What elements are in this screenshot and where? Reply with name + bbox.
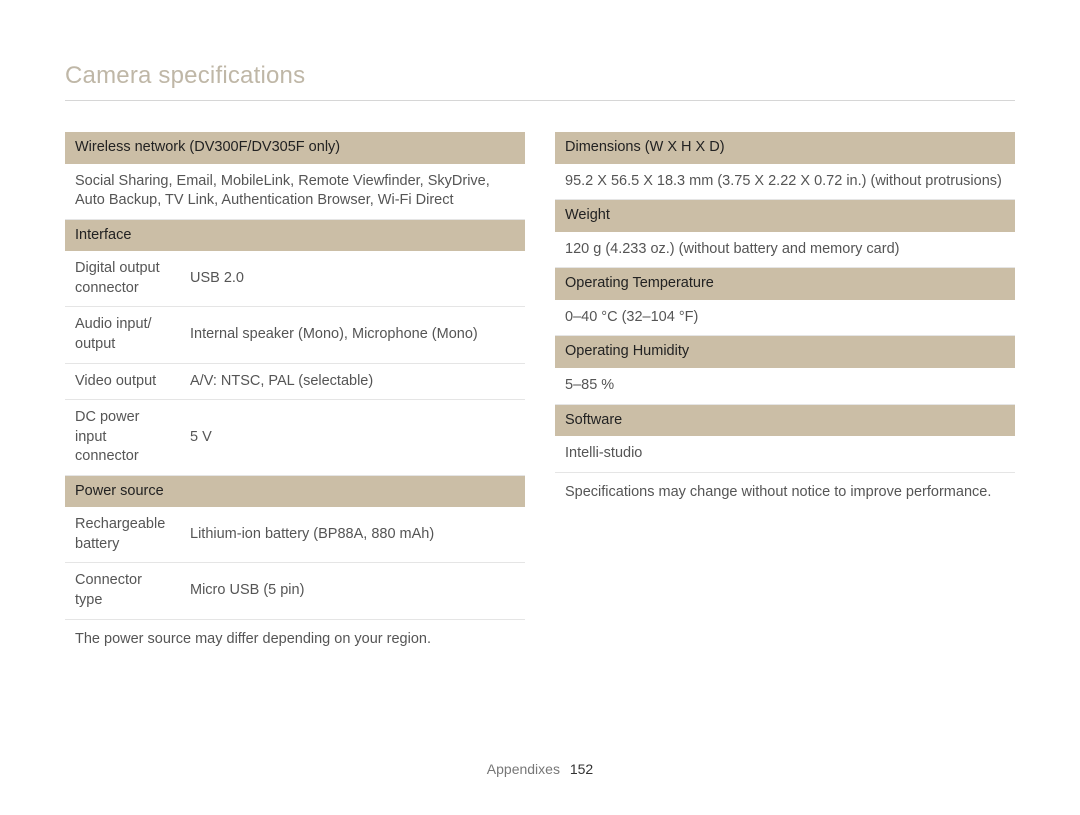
table-row: Audio input/ output Internal speaker (Mo… (65, 307, 525, 363)
content-columns: Wireless network (DV300F/DV305F only) So… (65, 132, 1015, 657)
wireless-value: Social Sharing, Email, MobileLink, Remot… (65, 164, 525, 220)
title-divider (65, 100, 1015, 101)
wireless-row: Social Sharing, Email, MobileLink, Remot… (65, 164, 525, 220)
spec-value: 95.2 X 56.5 X 18.3 mm (3.75 X 2.22 X 0.7… (555, 164, 1015, 200)
section-header-dimensions: Dimensions (W X H X D) (555, 132, 1015, 164)
section-header-label: Wireless network (DV300F/DV305F only) (65, 132, 525, 164)
section-header-label: Interface (65, 219, 525, 251)
section-header-weight: Weight (555, 200, 1015, 232)
table-row: DC power input connector 5 V (65, 400, 525, 476)
spec-value: USB 2.0 (180, 251, 525, 307)
section-header-label: Dimensions (W X H X D) (555, 132, 1015, 164)
section-header-label: Operating Humidity (555, 336, 1015, 368)
table-row: 120 g (4.233 oz.) (without battery and m… (555, 232, 1015, 268)
spec-value: 5–85 % (555, 368, 1015, 404)
spec-value: 0–40 °C (32–104 °F) (555, 300, 1015, 336)
section-header-label: Software (555, 404, 1015, 436)
section-header-power: Power source (65, 475, 525, 507)
left-spec-table: Wireless network (DV300F/DV305F only) So… (65, 132, 525, 657)
spec-value: 5 V (180, 400, 525, 476)
section-header-label: Operating Temperature (555, 268, 1015, 300)
right-spec-table: Dimensions (W X H X D) 95.2 X 56.5 X 18.… (555, 132, 1015, 510)
section-header-label: Power source (65, 475, 525, 507)
section-header-optemp: Operating Temperature (555, 268, 1015, 300)
spec-value: Internal speaker (Mono), Microphone (Mon… (180, 307, 525, 363)
section-header-interface: Interface (65, 219, 525, 251)
table-row: Connector type Micro USB (5 pin) (65, 563, 525, 619)
left-column: Wireless network (DV300F/DV305F only) So… (65, 132, 525, 657)
section-header-ophum: Operating Humidity (555, 336, 1015, 368)
footer-page-number: 152 (570, 761, 593, 777)
table-row: Digital output connector USB 2.0 (65, 251, 525, 307)
section-header-label: Weight (555, 200, 1015, 232)
spec-value: A/V: NTSC, PAL (selectable) (180, 363, 525, 400)
page-title: Camera specifications (65, 62, 305, 90)
table-row: 5–85 % (555, 368, 1015, 404)
disclaimer-row: Specifications may change without notice… (555, 472, 1015, 510)
spec-label: Rechargeable battery (65, 507, 180, 563)
table-row: Video output A/V: NTSC, PAL (selectable) (65, 363, 525, 400)
spec-value: Intelli-studio (555, 436, 1015, 472)
spec-label: Audio input/ output (65, 307, 180, 363)
table-row: 95.2 X 56.5 X 18.3 mm (3.75 X 2.22 X 0.7… (555, 164, 1015, 200)
table-row: Rechargeable battery Lithium-ion battery… (65, 507, 525, 563)
spec-label: Video output (65, 363, 180, 400)
section-header-software: Software (555, 404, 1015, 436)
spec-value: Micro USB (5 pin) (180, 563, 525, 619)
spec-value: 120 g (4.233 oz.) (without battery and m… (555, 232, 1015, 268)
power-note: The power source may differ depending on… (65, 619, 525, 657)
footer-section: Appendixes (487, 761, 560, 777)
table-row: 0–40 °C (32–104 °F) (555, 300, 1015, 336)
spec-label: Digital output connector (65, 251, 180, 307)
table-row: Intelli-studio (555, 436, 1015, 472)
page-footer: Appendixes 152 (0, 761, 1080, 777)
right-column: Dimensions (W X H X D) 95.2 X 56.5 X 18.… (555, 132, 1015, 657)
disclaimer-text: Specifications may change without notice… (555, 472, 1015, 510)
power-note-row: The power source may differ depending on… (65, 619, 525, 657)
spec-label: DC power input connector (65, 400, 180, 476)
spec-value: Lithium-ion battery (BP88A, 880 mAh) (180, 507, 525, 563)
section-header-wireless: Wireless network (DV300F/DV305F only) (65, 132, 525, 164)
spec-label: Connector type (65, 563, 180, 619)
